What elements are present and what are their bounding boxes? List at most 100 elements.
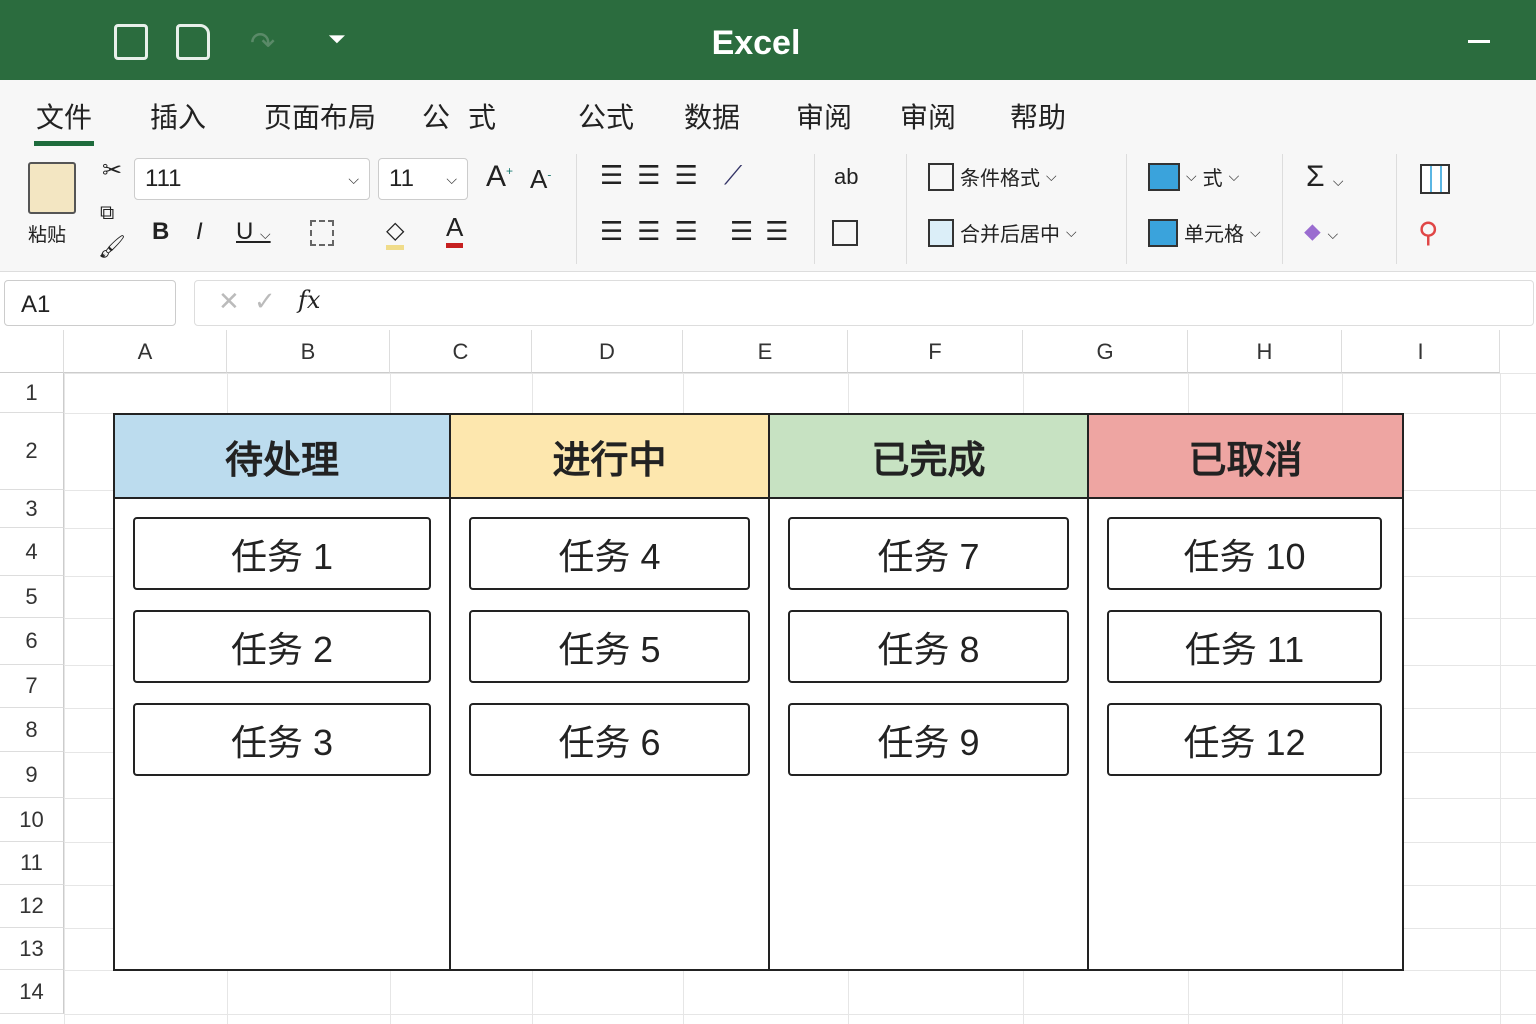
table-icon [1148,162,1180,191]
paste-icon[interactable] [28,162,76,214]
tab-insert[interactable]: 插入 [150,96,206,136]
task-card[interactable]: 任务 7 [788,517,1069,590]
orientation-icon[interactable]: ⟋ [724,160,742,192]
underline-button[interactable]: U ⌵ [236,218,271,246]
tab-page-layout[interactable]: 页面布局 [264,96,376,136]
row-header-5[interactable]: 5 [0,576,64,618]
paste-label[interactable]: 粘贴 [28,220,66,247]
row-header-7[interactable]: 7 [0,665,64,708]
format-as-table-button[interactable]: ⌵ 式 ⌵ [1148,162,1239,191]
app-title: Excel [711,24,801,62]
bold-button[interactable]: B [152,218,169,246]
row-header-2[interactable]: 2 [0,413,64,490]
column-header-D[interactable]: D [532,330,683,373]
separator [814,154,815,264]
formula-input[interactable] [194,280,1534,326]
fill-color-icon[interactable]: ◇ [386,216,405,250]
wrap-text-icon[interactable]: ab [834,164,858,190]
ribbon-tabs: 文件 插入 页面布局 公式 公式 数据 审阅 审阅 帮助 [0,80,1536,146]
column-header-G[interactable]: G [1023,330,1188,373]
column-header-H[interactable]: H [1188,330,1342,373]
tab-file[interactable]: 文件 [33,96,95,146]
tab-view[interactable]: 审阅 [900,96,956,136]
task-card[interactable]: 任务 12 [1107,703,1382,776]
cut-icon[interactable]: ✂ [102,156,122,185]
conditional-format-button[interactable]: 条件格式 ⌵ [928,162,1057,191]
column-header: 已完成 [770,415,1087,499]
cancel-icon[interactable]: ✕ [218,286,240,317]
separator [1282,154,1283,264]
task-card[interactable]: 任务 3 [133,703,431,776]
row-header-14[interactable]: 14 [0,970,64,1014]
copy-icon[interactable]: ⧉ [100,202,114,225]
row-header-9[interactable]: 9 [0,752,64,798]
increase-font-icon[interactable]: A+ [486,160,513,194]
sort-filter-icon[interactable] [1420,164,1450,194]
gridline [64,373,65,1024]
column-header-F[interactable]: F [848,330,1023,373]
column-header: 进行中 [451,415,768,499]
number-format-icon[interactable] [832,220,858,246]
row-header-12[interactable]: 12 [0,885,64,928]
clear-icon[interactable]: ⬥ ⌵ [1304,218,1338,246]
ribbon: 粘贴 ✂ ⧉ 🖌 111 ⌵ 11 ⌵ A+ A- B I U ⌵ ◇ A ☰☰☰ … [0,146,1536,272]
font-size-select[interactable]: 11 ⌵ [378,158,468,200]
column-header-A[interactable]: A [64,330,227,373]
task-card[interactable]: 任务 10 [1107,517,1382,590]
tab-formulas[interactable]: 公式 [578,96,634,136]
find-icon[interactable]: ⚲ [1418,216,1439,249]
column-header: 已取消 [1089,415,1402,499]
select-all-corner[interactable] [0,330,64,373]
chevron-down-icon: ⌵ [446,170,457,187]
task-card[interactable]: 任务 2 [133,610,431,683]
tab-review[interactable]: 审阅 [796,96,852,136]
merge-center-label: 合并后居中 [960,224,1060,246]
task-card[interactable]: 任务 11 [1107,610,1382,683]
tab-data[interactable]: 数据 [684,96,740,136]
row-header-11[interactable]: 11 [0,842,64,885]
decrease-font-icon[interactable]: A- [530,164,551,195]
row-header-10[interactable]: 10 [0,798,64,842]
merge-center-button[interactable]: 合并后居中 ⌵ [928,218,1077,247]
task-card[interactable]: 任务 9 [788,703,1069,776]
row-header-8[interactable]: 8 [0,708,64,752]
font-color-icon[interactable]: A [446,212,464,248]
borders-icon[interactable] [310,220,334,246]
row-header-13[interactable]: 13 [0,928,64,970]
enter-icon[interactable]: ✓ [254,286,276,317]
font-size-value: 11 [389,165,414,192]
column-header-I[interactable]: I [1342,330,1500,373]
column-header-C[interactable]: C [390,330,532,373]
cell-styles-button[interactable]: 单元格 ⌵ [1148,218,1261,247]
gridline [1500,373,1501,1024]
formula-bar: A1 ✕ ✓ fx [0,278,1536,328]
vertical-align-icons[interactable]: ☰☰☰ [600,160,712,191]
font-name-value: 111 [145,165,182,192]
autosum-icon[interactable]: Σ ⌵ [1306,160,1344,194]
kanban-column: 进行中任务 4 任务 5 任务 6 [449,413,768,971]
fx-icon[interactable]: fx [298,286,320,314]
row-header-4[interactable]: 4 [0,528,64,576]
tab-help[interactable]: 帮助 [1010,96,1066,136]
separator [1126,154,1127,264]
minimize-button[interactable] [1468,40,1490,43]
task-card[interactable]: 任务 5 [469,610,750,683]
indent-icons[interactable]: ☰☰ [730,216,801,247]
separator [1396,154,1397,264]
horizontal-align-icons[interactable]: ☰☰☰ [600,216,712,247]
column-header-B[interactable]: B [227,330,390,373]
task-card[interactable]: 任务 6 [469,703,750,776]
task-card[interactable]: 任务 4 [469,517,750,590]
font-name-select[interactable]: 111 ⌵ [134,158,370,200]
column-header-E[interactable]: E [683,330,848,373]
name-box[interactable]: A1 [4,280,176,326]
row-header-3[interactable]: 3 [0,490,64,528]
row-header-1[interactable]: 1 [0,373,64,413]
format-painter-icon[interactable]: 🖌 [98,234,126,260]
conditional-format-icon [928,162,954,191]
row-header-6[interactable]: 6 [0,618,64,665]
tab-formulas-1[interactable]: 公式 [422,96,514,136]
task-card[interactable]: 任务 1 [133,517,431,590]
italic-button[interactable]: I [196,218,203,246]
task-card[interactable]: 任务 8 [788,610,1069,683]
